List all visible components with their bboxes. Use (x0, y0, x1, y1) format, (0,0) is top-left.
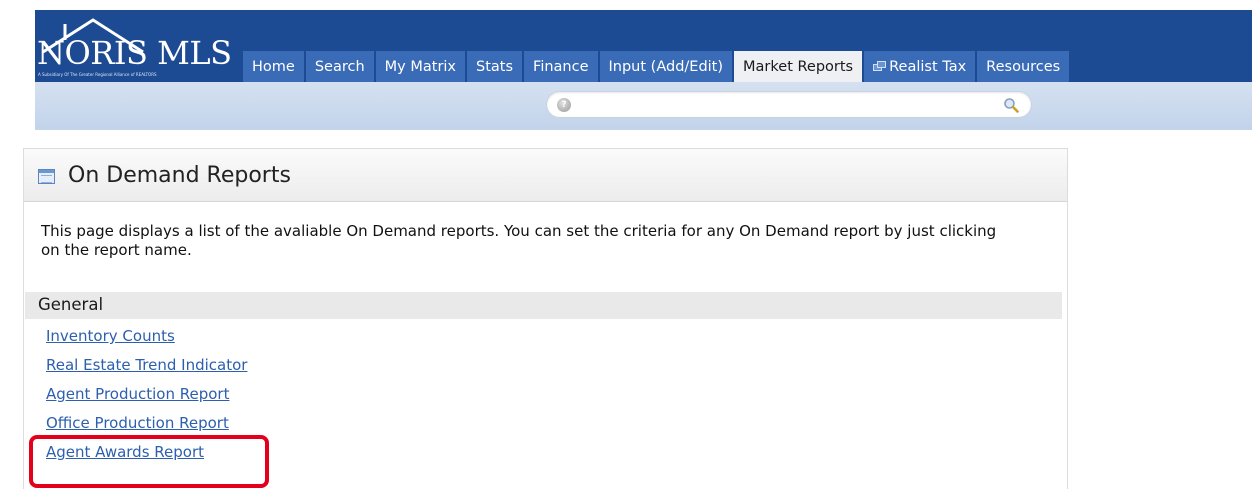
on-demand-reports-panel: On Demand Reports This page displays a l… (23, 148, 1068, 489)
tab-label: Market Reports (743, 58, 854, 75)
page-description: This page displays a list of the avaliab… (41, 222, 997, 259)
tab-my-matrix[interactable]: My Matrix (375, 51, 466, 82)
tab-resources[interactable]: Resources (977, 51, 1070, 82)
tab-label: Realist Tax (889, 58, 967, 75)
top-header: NORIS MLS A Subsidiary Of The Greater Re… (35, 10, 1252, 82)
page-title: On Demand Reports (68, 163, 291, 188)
report-link-real-estate-trend-indicator[interactable]: Real Estate Trend Indicator (46, 356, 247, 374)
tab-market-reports[interactable]: Market Reports (734, 51, 863, 82)
list-item: Agent Awards Report (46, 441, 247, 470)
tab-label: Resources (986, 58, 1061, 75)
logo-subtext: A Subsidiary Of The Greater Regional All… (38, 72, 157, 77)
tab-input-add-edit[interactable]: Input (Add/Edit) (599, 51, 733, 82)
tab-home[interactable]: Home (243, 51, 304, 82)
tab-label: Finance (533, 58, 589, 75)
tab-label: Stats (476, 58, 514, 75)
tab-finance[interactable]: Finance (524, 51, 598, 82)
report-icon (38, 169, 55, 184)
section-header-general: General (25, 292, 1062, 319)
tab-label: Input (Add/Edit) (608, 58, 724, 75)
search-input[interactable] (577, 95, 997, 115)
noris-mls-logo[interactable]: NORIS MLS A Subsidiary Of The Greater Re… (35, 10, 240, 82)
magnifier-icon[interactable] (1003, 97, 1019, 113)
search-box: ? (546, 91, 1032, 118)
help-icon[interactable]: ? (557, 98, 571, 112)
list-item: Real Estate Trend Indicator (46, 354, 247, 383)
logo-text: NORIS MLS (37, 34, 232, 72)
tab-stats[interactable]: Stats (467, 51, 523, 82)
report-link-agent-production-report[interactable]: Agent Production Report (46, 385, 229, 403)
tab-label: Home (252, 58, 295, 75)
search-bar: ? (35, 82, 1252, 130)
tab-label: My Matrix (384, 58, 457, 75)
main-nav: Home Search My Matrix Stats Finance Inpu… (243, 51, 1070, 82)
tab-label: Search (314, 58, 365, 75)
list-item: Agent Production Report (46, 383, 247, 412)
report-link-inventory-counts[interactable]: Inventory Counts (46, 327, 175, 345)
report-list: Inventory Counts Real Estate Trend Indic… (46, 325, 247, 470)
report-link-office-production-report[interactable]: Office Production Report (46, 414, 229, 432)
tab-realist-tax[interactable]: Realist Tax (864, 51, 976, 82)
tab-search[interactable]: Search (305, 51, 374, 82)
list-item: Inventory Counts (46, 325, 247, 354)
report-link-agent-awards-report[interactable]: Agent Awards Report (46, 443, 204, 461)
external-window-icon (873, 61, 887, 72)
section-title: General (38, 295, 104, 314)
panel-header: On Demand Reports (24, 149, 1067, 202)
list-item: Office Production Report (46, 412, 247, 441)
